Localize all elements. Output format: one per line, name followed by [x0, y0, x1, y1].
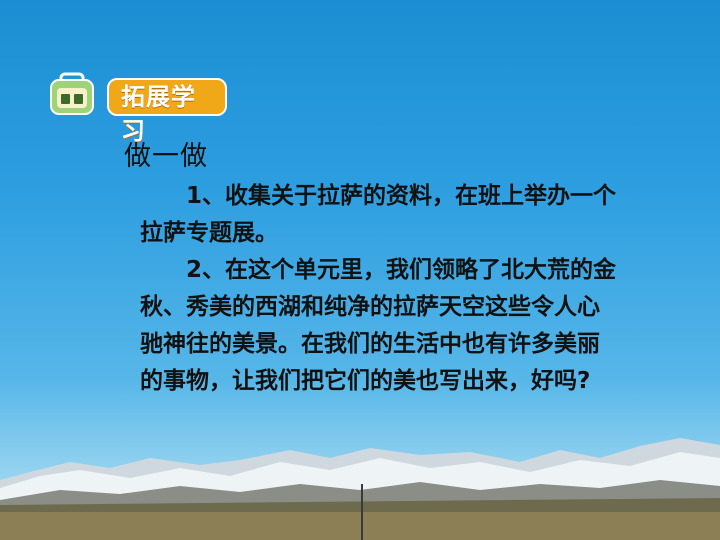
- activity-body: 1、收集关于拉萨的资料，在班上举办一个拉萨专题展。 2、在这个单元里，我们领略了…: [140, 178, 620, 400]
- activity-heading: 做一做: [124, 141, 208, 172]
- section-title: 拓展学习: [107, 78, 227, 145]
- school-bag-icon: [50, 72, 94, 115]
- task-paragraph-1: 1、收集关于拉萨的资料，在班上举办一个拉萨专题展。: [140, 183, 617, 246]
- section-badge: 拓展学习: [47, 72, 227, 145]
- task-paragraph-2: 2、在这个单元里，我们领略了北大荒的金秋、秀美的西湖和纯净的拉萨天空这些令人心驰…: [140, 257, 617, 394]
